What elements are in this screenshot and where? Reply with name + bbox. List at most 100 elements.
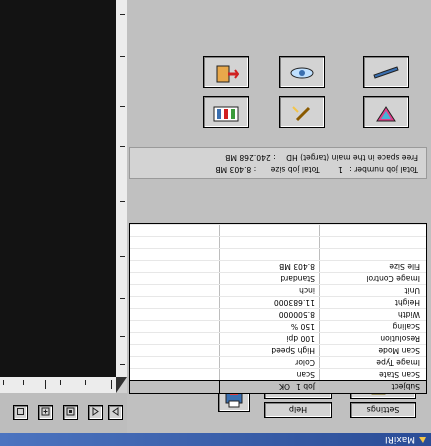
ruler-icon xyxy=(373,63,399,82)
row-extra xyxy=(130,357,219,368)
ruler-corner xyxy=(116,377,127,393)
table-row[interactable]: Scan Mode High Speed xyxy=(130,344,426,356)
eye-preview-icon xyxy=(289,63,315,82)
row-label xyxy=(319,237,426,248)
prev-arrow-button[interactable] xyxy=(88,405,103,420)
next-arrow-button[interactable] xyxy=(108,405,123,420)
column-subject: Subject xyxy=(319,381,426,393)
help-button[interactable]: Help xyxy=(264,402,332,418)
zoom-in-button[interactable] xyxy=(38,405,53,420)
row-value xyxy=(219,249,319,260)
ruler-button[interactable] xyxy=(363,56,409,88)
row-label: Unit xyxy=(319,285,426,296)
actual-size-button[interactable] xyxy=(13,405,28,420)
row-value: High Speed xyxy=(219,345,319,356)
row-label: Scan Mode xyxy=(319,345,426,356)
row-value: 8.500000 xyxy=(219,309,319,320)
film-strip-button[interactable] xyxy=(203,96,249,128)
column-job[interactable]: Job 1 OK xyxy=(219,381,319,393)
table-row[interactable]: Resolution 100 dpi xyxy=(130,332,426,344)
table-row[interactable]: Scan State Scan xyxy=(130,368,426,380)
preview-panel xyxy=(0,0,127,433)
job-label: Job 1 xyxy=(296,382,315,392)
row-value: 11.683000 xyxy=(219,297,319,308)
left-triangle-icon xyxy=(91,403,100,422)
row-extra xyxy=(130,225,219,236)
vertical-ruler xyxy=(115,0,127,377)
zoom-fit-button[interactable] xyxy=(63,405,78,420)
job-table-body: Scan State Scan Image Type Color Scan Mode Hi… xyxy=(130,224,426,380)
job-number-value: 1 xyxy=(337,165,343,174)
table-row[interactable]: Image Type Color xyxy=(130,356,426,368)
table-row[interactable] xyxy=(130,224,426,236)
row-label: Width xyxy=(319,309,426,320)
table-row[interactable]: Width 8.500000 xyxy=(130,308,426,320)
taskbar-title: MaxiRI xyxy=(384,434,415,445)
row-extra xyxy=(130,309,219,320)
row-value: Standard xyxy=(219,273,319,284)
row-extra xyxy=(130,261,219,272)
table-row[interactable] xyxy=(130,236,426,248)
row-value: Scan xyxy=(219,369,319,380)
job-size-label: Total job size xyxy=(270,165,320,174)
row-value xyxy=(219,225,319,236)
free-space-line: Free space in the main (target) HD : 240… xyxy=(225,153,418,162)
free-space-value: : 240.268 MB xyxy=(225,153,276,162)
row-extra xyxy=(130,285,219,296)
row-label xyxy=(319,249,426,260)
row-label: Image Type xyxy=(319,357,426,368)
row-label: File Size xyxy=(319,261,426,272)
row-value: 8.403 MB xyxy=(219,261,319,272)
horizontal-ruler xyxy=(0,376,116,393)
right-triangle-icon xyxy=(111,403,120,422)
eye-preview-button[interactable] xyxy=(279,56,325,88)
pen-tool-icon xyxy=(291,101,313,123)
scan-preview-area[interactable] xyxy=(0,0,116,377)
row-extra xyxy=(130,297,219,308)
job-size-value: : 8.403 MB xyxy=(215,165,257,174)
settings-label: Settings xyxy=(366,405,400,415)
job-status: OK xyxy=(279,382,291,392)
help-label: Help xyxy=(288,405,308,415)
row-extra xyxy=(130,345,219,356)
color-triangle-button[interactable] xyxy=(363,96,409,128)
row-value: Color xyxy=(219,357,319,368)
app-icon xyxy=(418,435,427,444)
job-number-label: Total job number : xyxy=(349,165,418,174)
table-row[interactable]: Unit inch xyxy=(130,284,426,296)
row-value: 100 dpi xyxy=(219,333,319,344)
scanner-app-window: MaxiRI Settings Help Subject Job 1 OK Sc… xyxy=(0,0,431,446)
job-summary-box: Total job number : 1 Total job size : 8.… xyxy=(129,147,427,179)
table-row[interactable]: Height 11.683000 xyxy=(130,296,426,308)
exit-door-button[interactable] xyxy=(203,56,249,88)
square-icon xyxy=(16,403,25,422)
table-row[interactable] xyxy=(130,248,426,260)
row-label: Resolution xyxy=(319,333,426,344)
table-row[interactable]: Scaling 150 % xyxy=(130,320,426,332)
taskbar: MaxiRI xyxy=(0,433,431,446)
job-table: Subject Job 1 OK Scan State Scan Image Typ… xyxy=(129,223,427,394)
free-space-label: Free space in the main (target) HD xyxy=(286,153,418,162)
row-value: 150 % xyxy=(219,321,319,332)
row-extra xyxy=(130,237,219,248)
color-triangle-icon xyxy=(375,101,397,123)
row-label: Scaling xyxy=(319,321,426,332)
row-label: Image Control xyxy=(319,273,426,284)
row-label xyxy=(319,225,426,236)
column-empty xyxy=(130,381,219,393)
job-table-header: Subject Job 1 OK xyxy=(130,380,426,393)
pen-tool-button[interactable] xyxy=(279,96,325,128)
zoom-fit-icon xyxy=(66,403,75,422)
row-extra xyxy=(130,369,219,380)
table-row[interactable]: Image Control Standard xyxy=(130,272,426,284)
row-extra xyxy=(130,333,219,344)
row-value: inch xyxy=(219,285,319,296)
exit-door-icon xyxy=(213,60,240,84)
plus-icon xyxy=(41,403,50,422)
settings-button[interactable]: Settings xyxy=(350,402,416,418)
table-row[interactable]: File Size 8.403 MB xyxy=(130,260,426,272)
row-value xyxy=(219,237,319,248)
row-extra xyxy=(130,321,219,332)
row-extra xyxy=(130,273,219,284)
job-number-line: Total job number : 1 Total job size : 8.… xyxy=(215,165,418,174)
